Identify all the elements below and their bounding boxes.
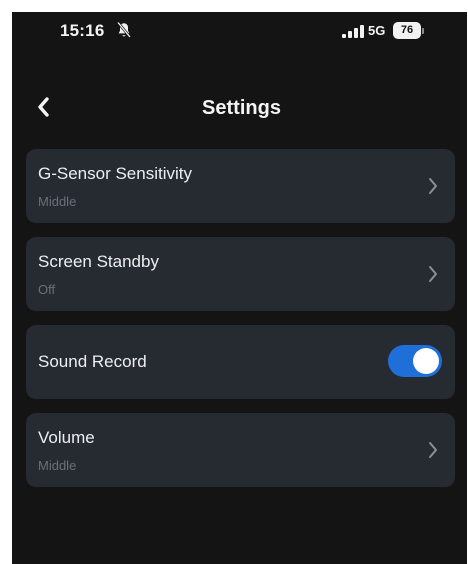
g-sensor-value: Middle bbox=[38, 194, 77, 209]
volume-title: Volume bbox=[38, 428, 95, 447]
page-title: Settings bbox=[202, 97, 281, 119]
g-sensor-sensitivity-item[interactable]: G-Sensor Sensitivity Middle bbox=[26, 149, 455, 223]
screen-standby-value: Off bbox=[38, 282, 56, 297]
screen-standby-item[interactable]: Screen Standby Off bbox=[26, 237, 455, 311]
chevron-right-icon bbox=[429, 442, 437, 458]
battery-icon: 76 bbox=[393, 22, 425, 39]
cellular-signal-icon bbox=[342, 25, 364, 38]
g-sensor-title: G-Sensor Sensitivity bbox=[38, 164, 192, 183]
chevron-right-icon bbox=[429, 178, 437, 194]
toggle-knob bbox=[413, 348, 439, 374]
nav-bar: Settings bbox=[12, 84, 467, 134]
volume-item[interactable]: Volume Middle bbox=[26, 413, 455, 487]
battery-level: 76 bbox=[400, 24, 414, 36]
phone-screen: 15:16 5G 76 Settings G-Sensor Sensitivit… bbox=[12, 12, 467, 564]
status-time: 15:16 bbox=[60, 21, 105, 40]
network-type: 5G bbox=[368, 23, 386, 38]
sound-record-title: Sound Record bbox=[38, 352, 147, 371]
sound-record-item: Sound Record bbox=[26, 325, 455, 399]
screen-standby-title: Screen Standby bbox=[38, 252, 159, 271]
chevron-right-icon bbox=[429, 266, 437, 282]
sound-record-toggle[interactable] bbox=[388, 345, 442, 377]
battery-tip bbox=[422, 28, 424, 34]
volume-value: Middle bbox=[38, 458, 77, 473]
status-bar: 15:16 5G 76 bbox=[12, 12, 467, 70]
bell-slash-icon bbox=[116, 21, 132, 38]
